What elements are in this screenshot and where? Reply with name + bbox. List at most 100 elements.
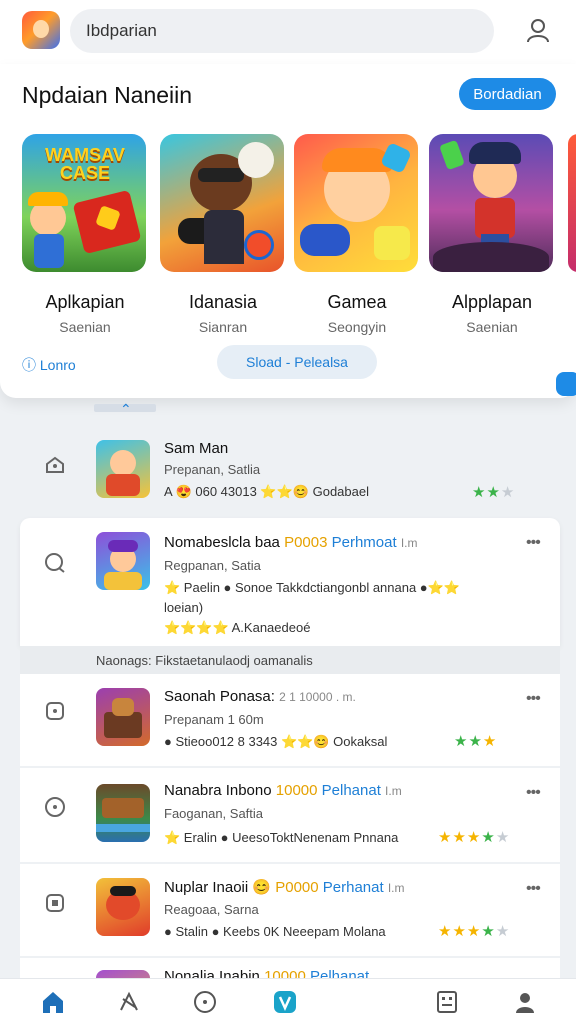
list-item[interactable]: Nomabeslcla baa P0003 Perhmoat I.m ••• R… <box>20 518 560 646</box>
app-title-tag: Pelhanat <box>321 782 381 799</box>
app-store-icon[interactable] <box>272 989 298 1015</box>
app-thumbnail <box>96 970 150 978</box>
more-link-label: Lonro <box>39 357 76 373</box>
app-info: A 😍 060 43013 ⭐⭐😊 Godabael <box>164 484 369 499</box>
section-note: Naonags: Fikstaetanulaodj oamanalis <box>20 646 560 674</box>
featured-app-3[interactable]: Gamea Seongyin <box>294 134 420 335</box>
app-info: ● Stieoo012 8 3343 ⭐⭐😊 Ookaksal <box>164 734 388 749</box>
app-title-tag: Perhanat <box>322 879 384 896</box>
app-title: Nonalia Inabin 10000 Pelhanat <box>164 968 369 978</box>
list-item[interactable]: Nonalia Inabin 10000 Pelhanat <box>20 958 560 978</box>
featured-app-2-subtitle: Sianran <box>198 319 248 335</box>
featured-app-4-artwork <box>429 134 553 272</box>
app-thumbnail <box>96 532 150 590</box>
featured-app-2-artwork <box>160 134 284 272</box>
app-title: Nuplar Inaoii 😊 P0000 Perhanat I.m <box>164 878 405 896</box>
chat-bubble-icon <box>45 553 65 573</box>
featured-next-peek[interactable] <box>568 134 576 272</box>
app-title-extra: 2 1 10000 . m. <box>279 690 356 704</box>
app-meta: Prepanam 1 60m <box>164 712 264 727</box>
app-thumbnail <box>96 688 150 746</box>
more-link[interactable]: ⓘ Lonro <box>22 355 76 375</box>
home-outline-icon <box>46 456 64 473</box>
list-item[interactable]: Nanabra Inbono 10000 Pelhanat I.m ••• Fa… <box>20 768 560 862</box>
more-options-icon[interactable]: ••• <box>526 880 541 898</box>
app-logo-icon[interactable] <box>22 11 60 49</box>
app-title-tag: Pelhanat <box>309 968 370 978</box>
app-title-price: 10000 <box>264 968 306 978</box>
featured-app-1-artwork: WAMSAV CASE <box>22 134 146 272</box>
search-input[interactable]: Ibdparian <box>70 9 494 53</box>
featured-title: Npdaian Naneiin <box>22 82 193 108</box>
app-meta: Reagoaa, Sarna <box>164 902 259 917</box>
search-input-value: Ibdparian <box>86 21 157 40</box>
account-icon[interactable] <box>512 989 538 1015</box>
square-icon <box>46 702 64 720</box>
top-bar: Ibdparian <box>0 0 576 64</box>
edge-tab-button[interactable] <box>556 372 576 396</box>
featured-app-1[interactable]: WAMSAV CASE Aplkapian Saenian <box>22 134 148 335</box>
app-title-tag: Perhmoat <box>331 534 397 551</box>
more-options-icon[interactable]: ••• <box>526 784 541 802</box>
app-info: ● Stalin ● Keebs 0K Neeepam Molana <box>164 924 386 939</box>
featured-card: Npdaian Naneiin Bordadian WAMSAV CASE Ap… <box>0 64 576 398</box>
load-more-button[interactable]: Sload - Pelealsa <box>217 345 377 379</box>
rating-stars: ★★★★★ <box>438 923 511 940</box>
square-icon <box>46 894 64 912</box>
more-options-icon[interactable]: ••• <box>526 690 541 708</box>
chevron-up-icon[interactable]: ⌃ <box>120 402 138 416</box>
profile-icon[interactable] <box>524 16 552 44</box>
featured-app-3-artwork <box>294 134 418 272</box>
app-title: Nanabra Inbono 10000 Pelhanat I.m <box>164 782 402 799</box>
app-meta: Prepanan, Satlia <box>164 462 261 477</box>
featured-app-3-name: Gamea <box>327 292 387 312</box>
featured-action-button[interactable]: Bordadian <box>459 78 556 110</box>
app-meta: Faoganan, Saftia <box>164 806 264 821</box>
more-options-icon[interactable]: ••• <box>526 534 541 552</box>
app-rating-line: ⭐⭐⭐⭐ A.Kanaedeoé <box>164 620 311 635</box>
app-thumbnail <box>96 440 150 498</box>
app-meta: Regpanan, Satia <box>164 558 261 573</box>
featured-app-2-name: Idanasia <box>188 292 258 312</box>
app-title: Nomabeslcla baa P0003 Perhmoat I.m <box>164 534 418 551</box>
list-item[interactable]: Saonah Ponasa: 2 1 10000 . m. ••• Prepan… <box>20 674 560 766</box>
app-title-main: Nanabra Inbono <box>164 782 272 799</box>
featured-app-4-subtitle: Saenian <box>466 319 518 335</box>
featured-app-2[interactable]: Idanasia Sianran <box>160 134 286 335</box>
featured-app-3-subtitle: Seongyin <box>327 319 387 335</box>
home-icon[interactable] <box>40 989 66 1015</box>
featured-app-1-art-text: WAMSAV CASE <box>45 145 125 183</box>
featured-app-1-subtitle: Saenian <box>59 319 111 335</box>
list-item[interactable]: Sam Man Prepanan, Satlia A 😍 060 43013 ⭐… <box>20 428 560 516</box>
app-title-price: 10000 <box>275 782 318 799</box>
featured-app-4[interactable]: Alpplapan Saenian <box>429 134 555 335</box>
app-title-main: Nomabeslcla baa <box>164 534 280 551</box>
app-title-price: P0003 <box>284 534 328 551</box>
rating-stars: ★★★ <box>472 484 516 501</box>
app-title-extra: I.m <box>385 784 402 798</box>
circle-icon <box>45 797 65 817</box>
bottom-navigation <box>0 978 576 1024</box>
app-title: Saonah Ponasa: 2 1 10000 . m. <box>164 688 356 705</box>
app-title-main: Nonalia Inabin <box>164 968 260 978</box>
app-thumbnail <box>96 878 150 936</box>
app-info: ⭐ Eralin ● UeesoToktNenenam Pnnana <box>164 830 399 845</box>
compass-icon[interactable] <box>192 989 218 1015</box>
rating-stars: ★★★★★ <box>438 829 511 846</box>
app-thumbnail <box>96 784 150 842</box>
library-icon[interactable] <box>434 989 460 1015</box>
app-title-main: Saonah Ponasa: <box>164 688 275 705</box>
list-item[interactable]: Nuplar Inaoii 😊 P0000 Perhanat I.m ••• R… <box>20 864 560 956</box>
app-title: Sam Man <box>164 440 229 457</box>
app-title-extra: I.m <box>400 536 418 550</box>
featured-app-1-name: Aplkapian <box>45 292 125 312</box>
app-info-cont: loeian) <box>164 600 204 615</box>
app-title-extra: I.m <box>387 881 405 895</box>
more-link-icon: ⓘ <box>22 357 40 373</box>
app-info: ⭐ Paelin ● Sonoe Takkdctiangonbl annana … <box>164 580 461 595</box>
featured-app-4-name: Alpplapan <box>451 292 533 312</box>
games-icon[interactable] <box>116 989 142 1015</box>
app-title-main: Nuplar Inaoii <box>164 879 249 896</box>
app-title-price: 😊 P0000 <box>252 879 319 896</box>
rating-stars: ★★★ <box>454 733 498 750</box>
